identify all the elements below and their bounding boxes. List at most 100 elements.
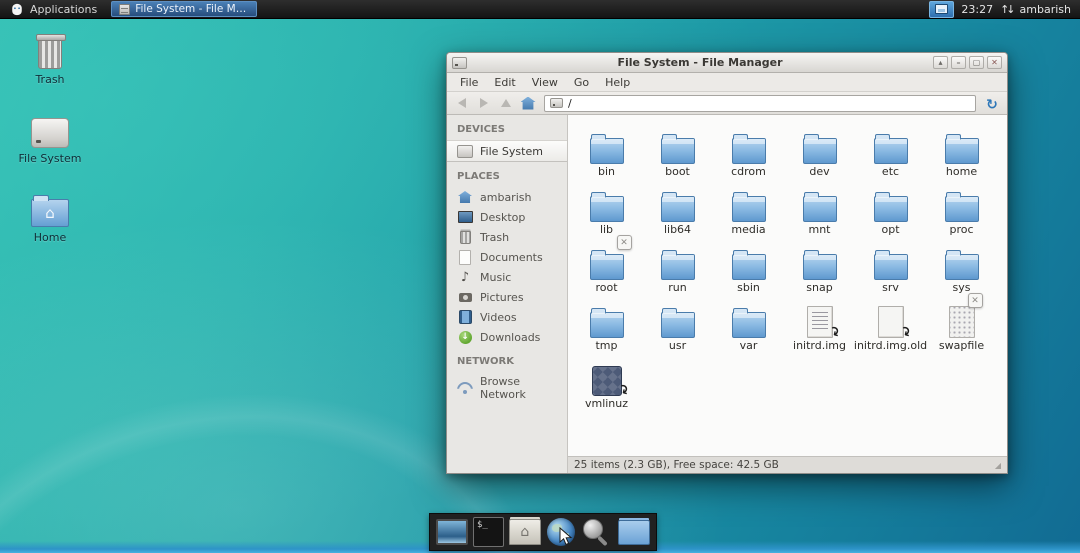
sidebar-item[interactable]: Downloads [447,327,567,347]
back-button[interactable] [452,94,472,113]
menu-item[interactable]: Help [597,74,638,91]
sidebar-item[interactable]: Pictures [447,287,567,307]
file-glyph [803,196,837,222]
file-item[interactable]: tmp [571,294,642,352]
reload-button[interactable] [982,94,1002,113]
file-item[interactable]: sys [926,236,997,294]
dock-icon[interactable] [581,516,613,548]
file-item[interactable]: bin [571,120,642,178]
file-item-icon [874,184,908,222]
sidebar-item[interactable]: Browse Network [447,372,567,404]
file-glyph [874,138,908,164]
sidebar-item[interactable]: Videos [447,307,567,327]
close-button[interactable] [987,56,1002,69]
file-item[interactable]: lib [571,178,642,236]
updown-arrows-icon: ↑↓ [1000,3,1012,16]
desktop-icon[interactable]: File System [14,109,86,165]
desktop-icon-glyph [31,199,69,227]
file-item[interactable]: opt [855,178,926,236]
file-item-icon [732,300,766,338]
minimize-button[interactable] [951,56,966,69]
sidebar-item[interactable]: File System [447,140,567,162]
sidebar-item[interactable]: Trash [447,227,567,247]
file-pane: bin boot cdr [568,115,1007,473]
file-item-label: opt [881,223,899,236]
sidebar-item-label: Documents [480,251,543,264]
drive-icon [550,98,563,108]
sidebar-section: PLACES ambarish Desktop Trash [447,162,567,347]
window-controls [933,56,1002,69]
applications-menu-button[interactable]: Applications [0,0,107,18]
file-item[interactable]: home [926,120,997,178]
file-glyph [732,312,766,338]
path-bar[interactable] [544,95,976,112]
toolbar [447,92,1007,115]
file-glyph [661,312,695,338]
home-button[interactable] [518,94,538,113]
shade-button[interactable] [933,56,948,69]
clock[interactable]: 23:27 [961,3,993,16]
sidebar-item-label: Desktop [480,211,525,224]
sidebar-item[interactable]: Documents [447,247,567,267]
file-item[interactable]: mnt [784,178,855,236]
file-item-label: vmlinuz [585,397,628,410]
window-titlebar[interactable]: File System - File Manager [447,53,1007,73]
tray-display-button[interactable] [929,1,954,18]
sidebar-section: DEVICES File System [447,115,567,162]
resize-grip[interactable]: ◢ [995,461,1001,470]
file-item-icon [590,184,624,222]
maximize-button[interactable] [969,56,984,69]
menu-item[interactable]: View [524,74,566,91]
file-item[interactable]: proc [926,178,997,236]
file-item[interactable]: srv [855,236,926,294]
file-item[interactable]: vmlinuz [571,352,642,410]
file-item-icon [945,242,979,280]
up-button[interactable] [496,94,516,113]
sidebar-item[interactable]: Music [447,267,567,287]
path-input[interactable] [568,97,970,110]
file-item[interactable]: sbin [713,236,784,294]
desktop-icon[interactable]: Trash [14,30,86,86]
file-glyph [661,196,695,222]
file-glyph [945,254,979,280]
sidebar-item[interactable]: ambarish [447,187,567,207]
desktop-icon-glyph [38,37,62,69]
sidebar-item-label: Browse Network [480,375,563,401]
file-item[interactable]: initrd.img [784,294,855,352]
file-item[interactable]: run [642,236,713,294]
forward-button[interactable] [474,94,494,113]
session-username[interactable]: ambarish [1020,3,1071,16]
sidebar: DEVICES File System PLACES amb [447,115,568,473]
desktop-icon-label: Trash [35,73,64,86]
taskbar-window-button[interactable]: File System - File Mana... [111,1,257,17]
desktop-icon[interactable]: Home [14,188,86,244]
desktop-icon-glyph [31,118,69,148]
file-item[interactable]: swapfile [926,294,997,352]
dock-icon[interactable] [509,516,541,548]
file-item[interactable]: cdrom [713,120,784,178]
file-item[interactable]: snap [784,236,855,294]
sidebar-item-label: Downloads [480,331,540,344]
sidebar-section: NETWORK Browse Network [447,347,567,404]
dock-icon[interactable] [618,516,650,548]
file-item[interactable]: var [713,294,784,352]
file-item[interactable]: media [713,178,784,236]
file-item[interactable]: lib64 [642,178,713,236]
file-item[interactable]: boot [642,120,713,178]
sidebar-item-label: File System [480,145,543,158]
file-item[interactable]: etc [855,120,926,178]
window-body: DEVICES File System PLACES amb [447,115,1007,473]
file-item-icon [732,242,766,280]
file-item[interactable]: root [571,236,642,294]
desktop-icons: Trash File System Home [14,30,86,267]
file-item[interactable]: dev [784,120,855,178]
dock-icon[interactable] [436,516,468,548]
file-item[interactable]: usr [642,294,713,352]
dock-icon[interactable] [472,516,504,548]
menu-item[interactable]: File [452,74,486,91]
menu-item[interactable]: Edit [486,74,523,91]
file-item[interactable]: initrd.img.old [855,294,926,352]
sidebar-item[interactable]: Desktop [447,207,567,227]
panel-tray-area: 23:27 ↑↓ ambarish [929,1,1080,18]
menu-item[interactable]: Go [566,74,597,91]
